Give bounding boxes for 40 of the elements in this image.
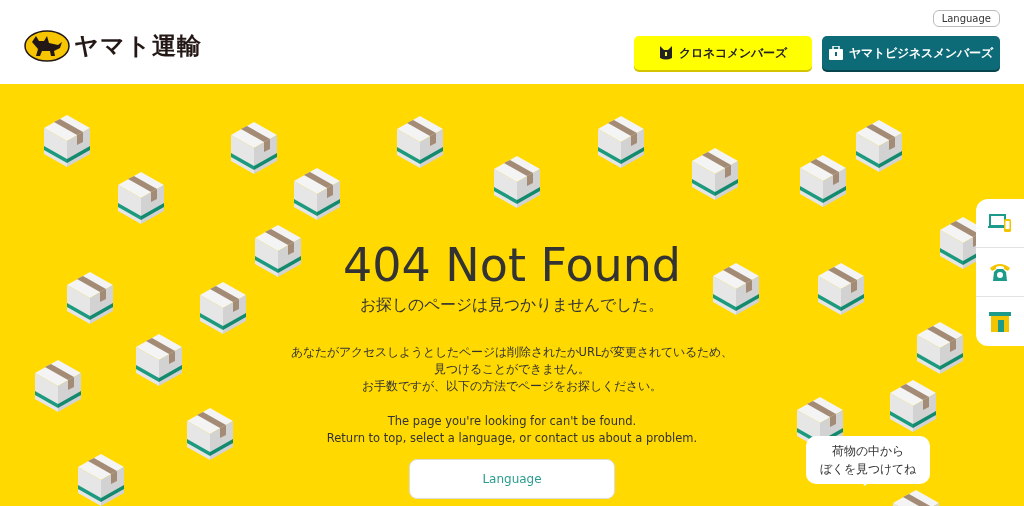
error-subtitle: お探しのページは見つかりませんでした。 <box>360 295 664 316</box>
parcel-icon <box>818 263 864 315</box>
parcel-icon <box>692 148 738 200</box>
members-button[interactable]: クロネコメンバーズ <box>634 36 812 70</box>
message-text: The page you're looking for can't be found. <box>387 413 637 430</box>
message-text: あなたがアクセスしようとしたページは削除されたかURLが変更されているため、 <box>290 344 734 361</box>
parcel-icon <box>255 225 301 277</box>
error-title: 404 Not Found <box>342 237 682 293</box>
parcel-icon <box>294 168 340 220</box>
language-button[interactable]: Language <box>932 10 1000 27</box>
parcel-icon <box>713 263 759 315</box>
parcel-icon <box>78 454 124 506</box>
briefcase-icon <box>829 46 843 60</box>
parcel-icon <box>856 120 902 172</box>
parcel-icon <box>187 408 233 460</box>
store-icon <box>989 311 1011 332</box>
cat-logo-icon <box>24 30 70 62</box>
laptop-phone-icon <box>988 213 1012 233</box>
parcel-icon <box>917 322 963 374</box>
parcel-icon <box>598 116 644 168</box>
message-text: お手数ですが、以下の方法でページをお探しください。 <box>362 378 662 395</box>
parcel-icon <box>494 156 540 208</box>
telephone-icon <box>989 262 1011 282</box>
message-text: Return to top, select a language, or contact us about a problem. <box>326 430 698 447</box>
bubble-text: 荷物の中から <box>832 443 904 460</box>
cat-icon <box>659 46 673 60</box>
parcel-icon <box>200 282 246 334</box>
parcel-icon <box>136 334 182 386</box>
parcel-icon <box>118 172 164 224</box>
parcel-icon <box>397 116 443 168</box>
parcel-icon <box>44 115 90 167</box>
parcel-icon <box>800 155 846 207</box>
members-button[interactable]: ヤマトビジネスメンバーズ <box>822 36 1000 70</box>
parcel-icon <box>35 360 81 412</box>
logo-text[interactable]: ヤマト運輸 <box>74 30 202 62</box>
message-text: 見つけることができません。 <box>434 361 590 378</box>
parcel-icon <box>231 122 277 174</box>
parcel-icon <box>890 380 936 432</box>
bubble-text: ぼくを見つけてね <box>820 461 916 478</box>
parcel-icon <box>67 272 113 324</box>
